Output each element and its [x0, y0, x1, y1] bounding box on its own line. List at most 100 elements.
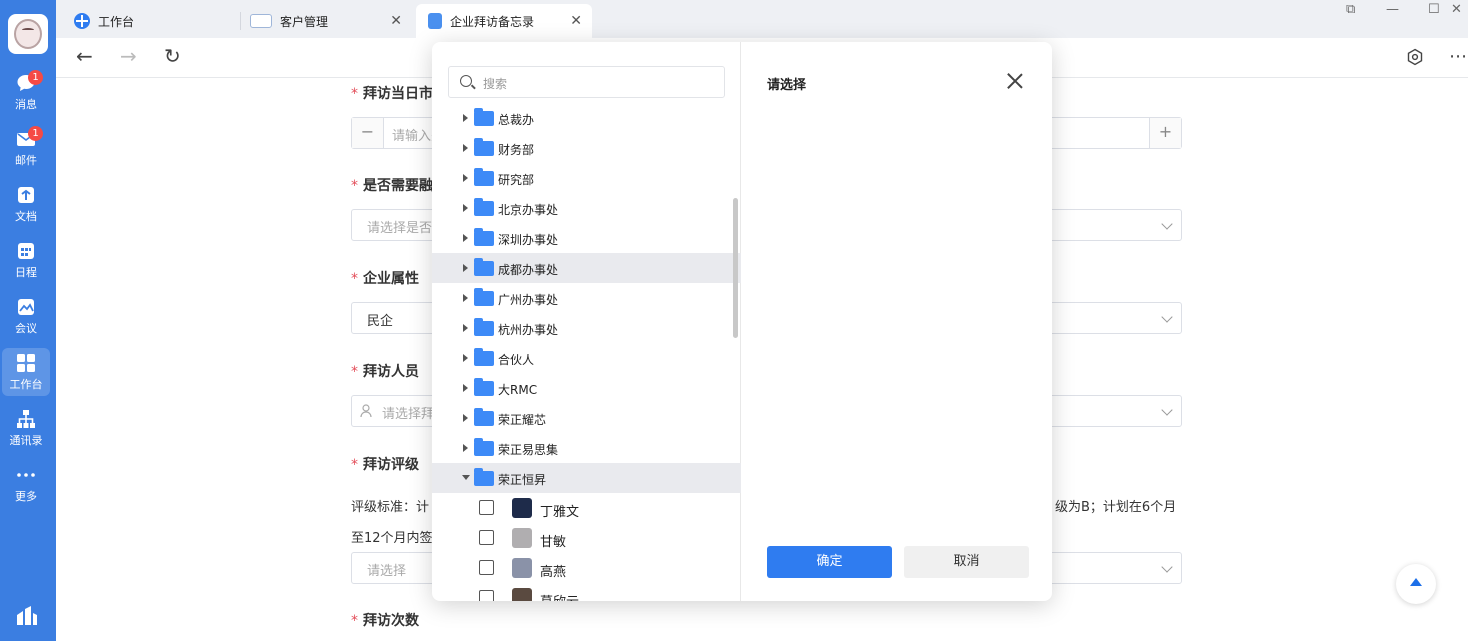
- tree-folder-row[interactable]: 总裁办: [432, 103, 741, 133]
- tree-folder-row[interactable]: 广州办事处: [432, 283, 741, 313]
- more-options-icon[interactable]: ⋯: [1449, 46, 1467, 67]
- close-tab-icon[interactable]: ✕: [390, 13, 402, 29]
- tree-person-row[interactable]: 甘敏: [432, 523, 741, 553]
- chevron-down-icon: [1161, 218, 1173, 230]
- sidebar-item-contacts[interactable]: 通讯录: [2, 404, 50, 452]
- org-tree-panel: 搜索 总裁办财务部研究部北京办事处深圳办事处成都办事处广州办事处杭州办事处合伙人…: [432, 42, 741, 601]
- close-window-icon[interactable]: ✕: [1451, 2, 1462, 17]
- settings-hexagon-icon[interactable]: [1406, 48, 1424, 70]
- tree-scrollbar[interactable]: [733, 198, 738, 338]
- person-avatar: [512, 558, 532, 578]
- tree-folder-row[interactable]: 财务部: [432, 133, 741, 163]
- folder-name: 荣正易思集: [498, 443, 559, 457]
- tree-folder-row[interactable]: 荣正恒昇: [432, 463, 741, 493]
- sidebar-item-messages[interactable]: 1 消息: [2, 68, 50, 116]
- person-checkbox[interactable]: [479, 530, 494, 545]
- caret-right-icon[interactable]: [463, 354, 468, 362]
- folder-icon: [474, 168, 494, 186]
- field-label-visitors: * 拜访人员: [351, 364, 419, 380]
- folder-name: 深圳办事处: [498, 233, 559, 247]
- person-checkbox[interactable]: [479, 560, 494, 575]
- minimize-window-icon[interactable]: —: [1386, 2, 1399, 17]
- sidebar-item-docs[interactable]: 文档: [2, 180, 50, 228]
- folder-name: 杭州办事处: [498, 323, 559, 337]
- forward-arrow-icon[interactable]: →: [120, 44, 137, 68]
- chevron-down-icon: [1161, 561, 1173, 573]
- person-checkbox[interactable]: [479, 590, 494, 601]
- caret-right-icon[interactable]: [463, 414, 468, 422]
- confirm-button[interactable]: 确定: [767, 546, 892, 578]
- tab-workbench[interactable]: 工作台: [56, 4, 236, 38]
- folder-icon: [474, 318, 494, 336]
- tab-visit-memo[interactable]: 企业拜访备忘录 ✕: [416, 4, 592, 38]
- caret-right-icon[interactable]: [463, 384, 468, 392]
- caret-right-icon[interactable]: [463, 264, 468, 272]
- tree-folder-row[interactable]: 研究部: [432, 163, 741, 193]
- grid-icon: [15, 352, 37, 374]
- tree-folder-row[interactable]: 合伙人: [432, 343, 741, 373]
- org-tree: 总裁办财务部研究部北京办事处深圳办事处成都办事处广州办事处杭州办事处合伙人大RM…: [432, 103, 741, 601]
- caret-right-icon[interactable]: [463, 294, 468, 302]
- person-checkbox[interactable]: [479, 500, 494, 515]
- tree-folder-row[interactable]: 杭州办事处: [432, 313, 741, 343]
- folder-name: 财务部: [498, 143, 535, 157]
- search-input[interactable]: 搜索: [448, 66, 725, 98]
- sidebar-item-meetings[interactable]: 会议: [2, 292, 50, 340]
- person-avatar: [512, 498, 532, 518]
- cancel-button[interactable]: 取消: [904, 546, 1029, 578]
- folder-name: 成都办事处: [498, 263, 559, 277]
- maximize-window-icon[interactable]: ☐: [1428, 2, 1440, 17]
- tab-customer-management[interactable]: 客户管理 ✕: [240, 4, 412, 38]
- caret-right-icon[interactable]: [463, 114, 468, 122]
- folder-name: 广州办事处: [498, 293, 559, 307]
- tab-bar: 工作台 客户管理 ✕ 企业拜访备忘录 ✕ ⧉ — ☐ ✕: [56, 0, 1468, 38]
- tree-person-row[interactable]: 葛欣云: [432, 583, 741, 601]
- sidebar-item-workbench[interactable]: 工作台: [2, 348, 50, 396]
- restore-window-icon[interactable]: ⧉: [1346, 2, 1355, 17]
- folder-name: 北京办事处: [498, 203, 559, 217]
- folder-name: 研究部: [498, 173, 535, 187]
- caret-right-icon[interactable]: [463, 324, 468, 332]
- close-tab-icon[interactable]: ✕: [570, 13, 582, 29]
- meeting-icon: [15, 296, 37, 318]
- mail-badge: 1: [28, 126, 43, 141]
- user-icon: [360, 404, 372, 422]
- field-label-visit-count: * 拜访次数: [351, 613, 419, 629]
- tree-folder-row[interactable]: 荣正易思集: [432, 433, 741, 463]
- caret-right-icon[interactable]: [463, 234, 468, 242]
- caret-right-icon[interactable]: [463, 144, 468, 152]
- caret-right-icon[interactable]: [463, 174, 468, 182]
- folder-name: 合伙人: [498, 353, 535, 367]
- org-chart-icon: [15, 408, 37, 430]
- caret-right-icon[interactable]: [463, 444, 468, 452]
- member-picker-modal: 搜索 总裁办财务部研究部北京办事处深圳办事处成都办事处广州办事处杭州办事处合伙人…: [432, 42, 1052, 601]
- close-icon[interactable]: [1006, 72, 1024, 90]
- tree-folder-row[interactable]: 北京办事处: [432, 193, 741, 223]
- tree-person-row[interactable]: 丁雅文: [432, 493, 741, 523]
- caret-down-icon[interactable]: [462, 475, 470, 480]
- sidebar-item-more[interactable]: 更多: [2, 460, 50, 508]
- person-avatar: [512, 528, 532, 548]
- tree-person-row[interactable]: 高燕: [432, 553, 741, 583]
- scroll-to-top-button[interactable]: [1396, 564, 1436, 604]
- refresh-icon[interactable]: ↻: [164, 44, 181, 68]
- folder-icon: [474, 438, 494, 456]
- tree-folder-row[interactable]: 荣正耀芯: [432, 403, 741, 433]
- sidebar-item-mail[interactable]: 1 邮件: [2, 124, 50, 172]
- tree-folder-row[interactable]: 深圳办事处: [432, 223, 741, 253]
- folder-icon: [474, 108, 494, 126]
- tree-folder-row[interactable]: 大RMC: [432, 373, 741, 403]
- search-icon: [460, 75, 472, 87]
- document-icon: [15, 184, 37, 206]
- back-arrow-icon[interactable]: ←: [76, 44, 93, 68]
- sidebar-item-calendar[interactable]: 日程: [2, 236, 50, 284]
- person-name: 丁雅文: [540, 505, 580, 520]
- field-label-rating: * 拜访评级: [351, 457, 419, 473]
- tree-folder-row[interactable]: 成都办事处: [432, 253, 741, 283]
- folder-icon: [474, 258, 494, 276]
- decrement-button[interactable]: −: [352, 118, 384, 148]
- user-avatar[interactable]: [8, 14, 48, 54]
- app-logo-icon: [15, 605, 39, 627]
- increment-button[interactable]: +: [1149, 118, 1181, 148]
- caret-right-icon[interactable]: [463, 204, 468, 212]
